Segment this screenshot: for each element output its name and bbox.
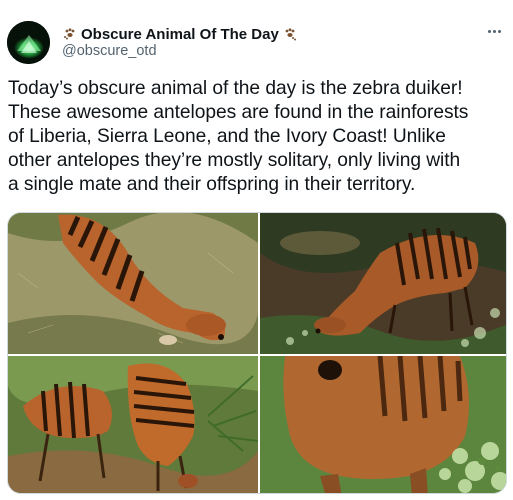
zebra-duiker-photo (260, 356, 506, 493)
display-name[interactable]: Obscure Animal Of The Day (81, 26, 279, 43)
paw-prints-icon (64, 28, 75, 40)
more-dot (487, 29, 491, 33)
photo-2[interactable] (260, 213, 506, 354)
glowing-plant-icon (7, 21, 50, 64)
zebra-duiker-photo (8, 213, 258, 354)
zebra-duiker-photo (8, 356, 258, 493)
avatar[interactable] (7, 21, 50, 64)
user-handle[interactable]: @obscure_otd (62, 43, 157, 59)
more-options-icon[interactable] (483, 22, 505, 40)
media-grid (7, 212, 507, 494)
tweet-card: Obscure Animal Of The Day @obscure_otd T… (0, 0, 513, 500)
photo-1[interactable] (8, 213, 258, 354)
more-dot (492, 29, 496, 33)
tweet-text: Today’s obscure animal of the day is the… (8, 78, 469, 195)
photo-3[interactable] (8, 356, 258, 493)
photo-4[interactable] (260, 356, 506, 493)
zebra-duiker-photo (260, 213, 506, 354)
display-name-row[interactable]: Obscure Animal Of The Day (62, 24, 298, 44)
more-dot (497, 29, 501, 33)
paw-prints-icon (285, 28, 296, 41)
